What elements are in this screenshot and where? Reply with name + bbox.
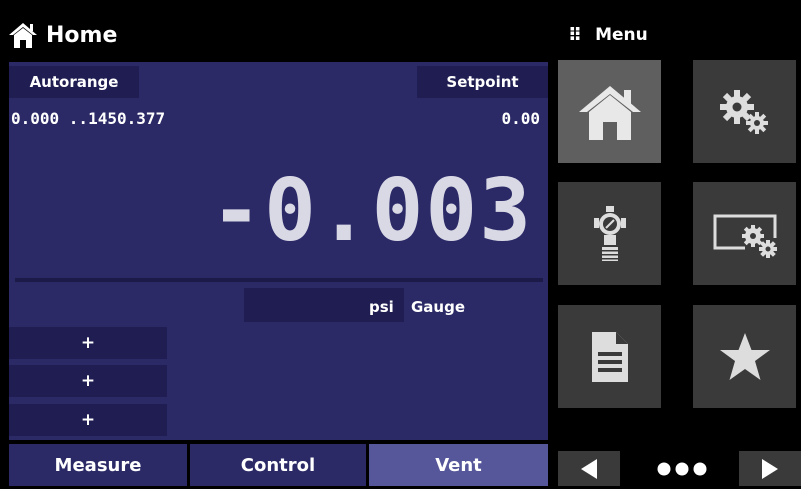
page-title: Home bbox=[46, 22, 118, 48]
title-bar: Home bbox=[0, 12, 552, 58]
plus-label: + bbox=[80, 410, 96, 430]
autorange-button[interactable]: Autorange bbox=[9, 66, 139, 98]
pressure-reading: -0.003 bbox=[210, 161, 533, 261]
add-slot-button-1[interactable]: + bbox=[9, 327, 167, 359]
plus-label: + bbox=[80, 371, 96, 391]
document-tile[interactable] bbox=[558, 305, 661, 408]
document-icon bbox=[591, 331, 628, 382]
star-icon bbox=[719, 332, 770, 380]
display-settings-tile[interactable] bbox=[693, 182, 796, 285]
display-settings-icon bbox=[713, 214, 777, 258]
home-icon bbox=[9, 23, 37, 48]
setpoint-label: Setpoint bbox=[446, 73, 519, 91]
page-indicator bbox=[652, 455, 712, 483]
page-dots-icon bbox=[657, 462, 707, 476]
regulator-icon bbox=[593, 205, 626, 261]
arrow-left-icon bbox=[581, 458, 597, 479]
plus-label: + bbox=[80, 333, 96, 353]
grid-dots-icon: ⠿ bbox=[568, 24, 582, 46]
reading-bar bbox=[15, 278, 543, 282]
add-slot-button-2[interactable]: + bbox=[9, 365, 167, 397]
tab-measure[interactable]: Measure bbox=[9, 444, 187, 486]
regulator-tile[interactable] bbox=[558, 182, 661, 285]
add-slot-button-3[interactable]: + bbox=[9, 404, 167, 436]
tab-control[interactable]: Control bbox=[190, 444, 366, 486]
tab-vent[interactable]: Vent bbox=[369, 444, 548, 486]
settings-tile[interactable] bbox=[693, 60, 796, 163]
settings-icon bbox=[719, 89, 768, 134]
arrow-right-icon bbox=[762, 458, 778, 479]
setpoint-value: 0.00 bbox=[501, 109, 540, 128]
tab-label: Measure bbox=[54, 454, 142, 476]
next-page-button[interactable] bbox=[739, 451, 801, 486]
previous-page-button[interactable] bbox=[558, 451, 620, 486]
unit-label: psi bbox=[369, 298, 394, 316]
autorange-label: Autorange bbox=[29, 73, 119, 91]
menu-bar: ⠿ Menu bbox=[560, 20, 801, 50]
favorites-tile[interactable] bbox=[693, 305, 796, 408]
home-tile[interactable] bbox=[558, 60, 661, 163]
mode-label: Gauge bbox=[411, 298, 466, 316]
device-screen: Home ⠿ Menu Autorange Setpoint 0.000 ..1… bbox=[0, 0, 801, 489]
home-icon bbox=[578, 85, 641, 140]
setpoint-button[interactable]: Setpoint bbox=[417, 66, 548, 98]
tab-label: Vent bbox=[435, 454, 482, 476]
range-text: 0.000 ..1450.377 bbox=[11, 109, 166, 128]
menu-title: Menu bbox=[595, 25, 648, 45]
readout-panel: Autorange Setpoint 0.000 ..1450.377 0.00… bbox=[9, 62, 548, 440]
tab-label: Control bbox=[240, 454, 316, 476]
